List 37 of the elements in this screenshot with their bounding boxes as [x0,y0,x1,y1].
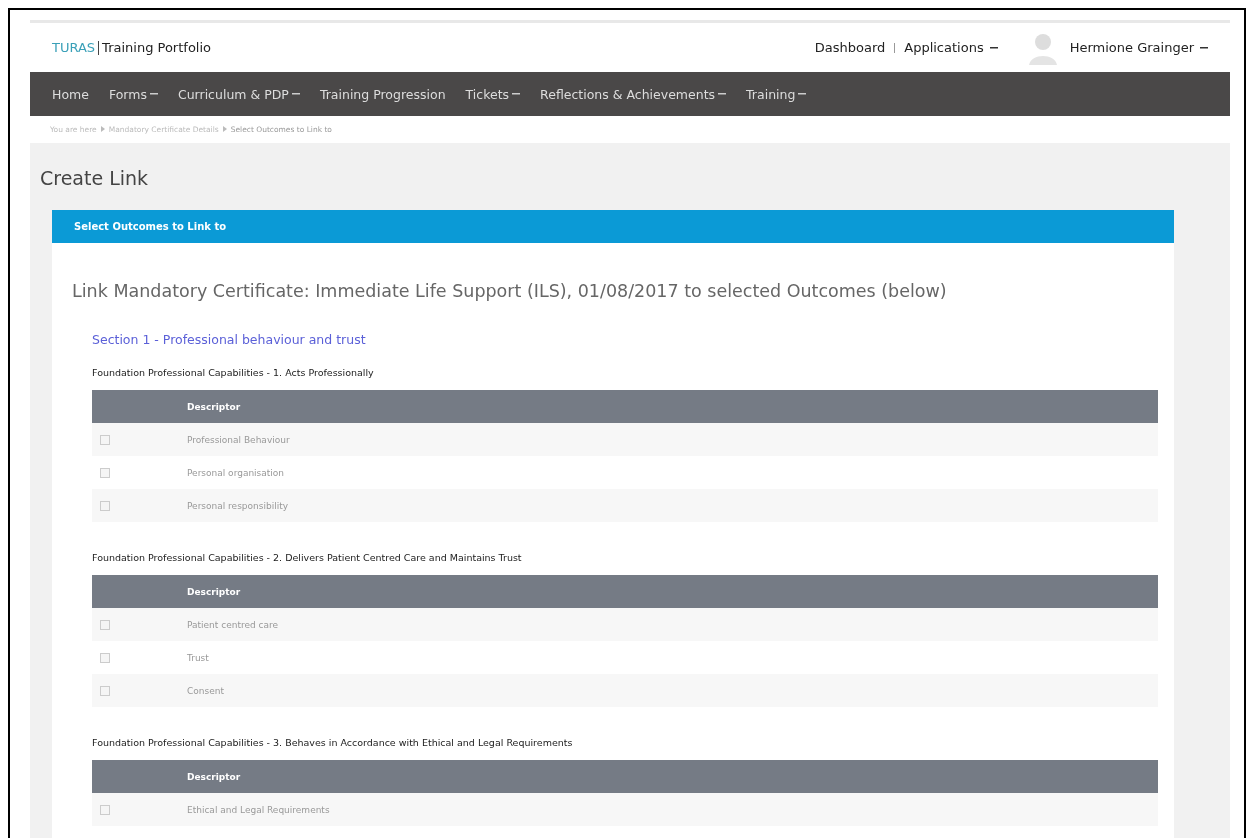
checkbox[interactable] [100,467,110,478]
group-title: Foundation Professional Capabilities - 2. Delivers Patient Centred Care and Maintains Trust [92,552,523,563]
checkbox[interactable] [100,619,110,630]
nav-item[interactable]: Home [42,86,99,102]
nav-item[interactable]: Curriculum & PDP [167,86,310,102]
link-heading: Link Mandatory Certificate: Immediate Life Support (ILS), 01/08/2017 to selected Outcomes (below) [72,281,948,301]
nav-item[interactable]: Forms [98,86,168,102]
table-cell: Ethical and Legal Requirements [187,804,330,815]
chevron-icon [100,126,105,132]
column-header: Descriptor [187,771,241,782]
table-cell: Trust [187,652,209,663]
table-cell: Professional Behaviour [187,434,290,445]
chevron-icon [222,126,227,132]
page-title: Create Link [40,167,150,189]
product-name: Training Portfolio [102,40,212,55]
table-cell: Consent [187,685,224,696]
header-link[interactable]: Applications [904,40,998,55]
group-title: Foundation Professional Capabilities - 3. Behaves in Accordance with Ethical and Legal Requirements [92,737,574,748]
checkbox[interactable] [100,652,110,663]
user-menu[interactable]: Hermione Grainger [1069,40,1208,55]
checkbox[interactable] [100,804,110,815]
column-header: Descriptor [187,401,241,412]
checkbox[interactable] [100,685,110,696]
table-cell: Personal organisation [187,467,285,478]
nav-item[interactable]: Training Progression [309,86,456,102]
nav-item[interactable]: Training [736,86,817,102]
table-cell: Personal responsibility [187,500,289,511]
group-title: Foundation Professional Capabilities - 1. Acts Professionally [92,367,375,378]
panel-title: Select Outcomes to Link to [74,221,227,232]
column-header: Descriptor [187,586,241,597]
nav-item[interactable]: Reflections & Achievements [530,86,737,102]
section-link[interactable]: Section 1 - Professional behaviour and trust [92,332,366,347]
checkbox[interactable] [100,434,110,445]
header-link[interactable]: Dashboard [814,40,886,55]
checkbox[interactable] [100,500,110,511]
table-cell: Patient centred care [187,619,279,630]
nav-item[interactable]: Tickets [455,86,531,102]
